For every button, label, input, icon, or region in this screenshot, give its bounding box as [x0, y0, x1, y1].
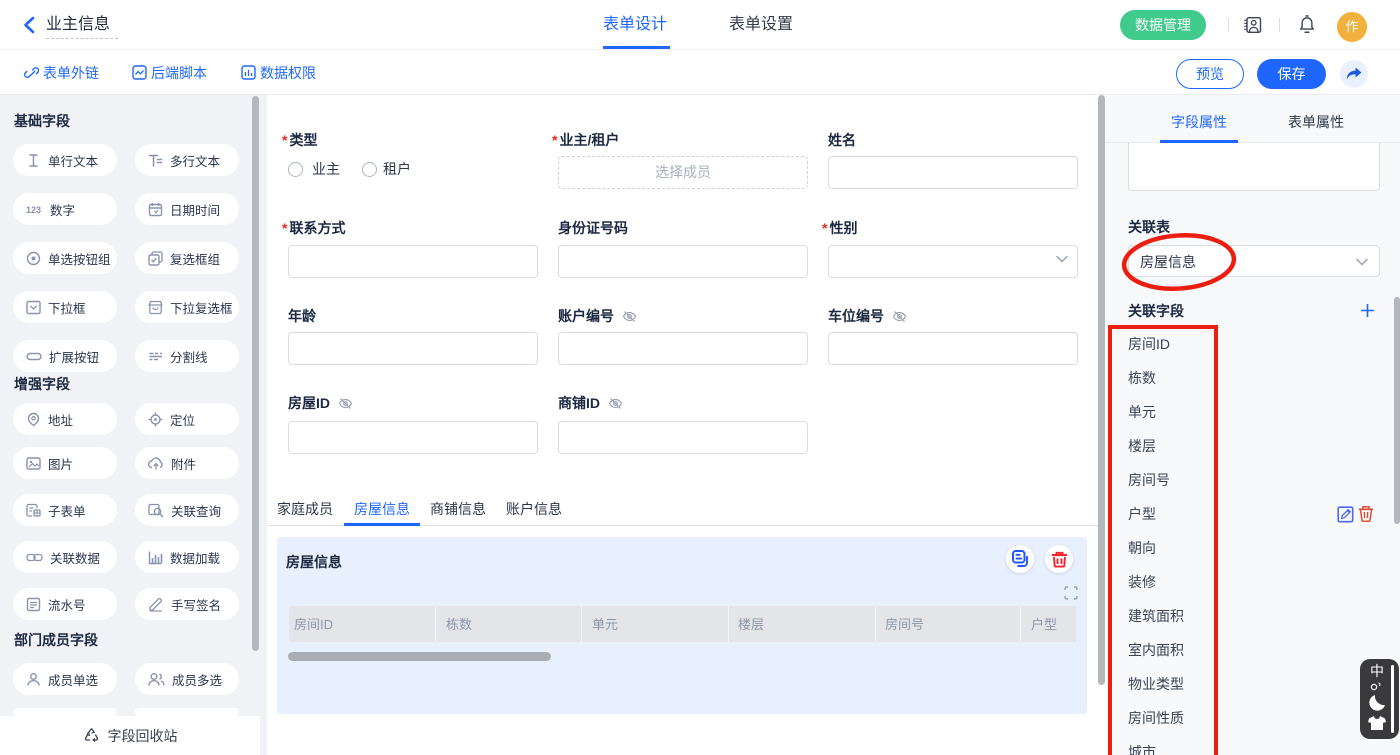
svg-text:123: 123: [26, 205, 41, 215]
